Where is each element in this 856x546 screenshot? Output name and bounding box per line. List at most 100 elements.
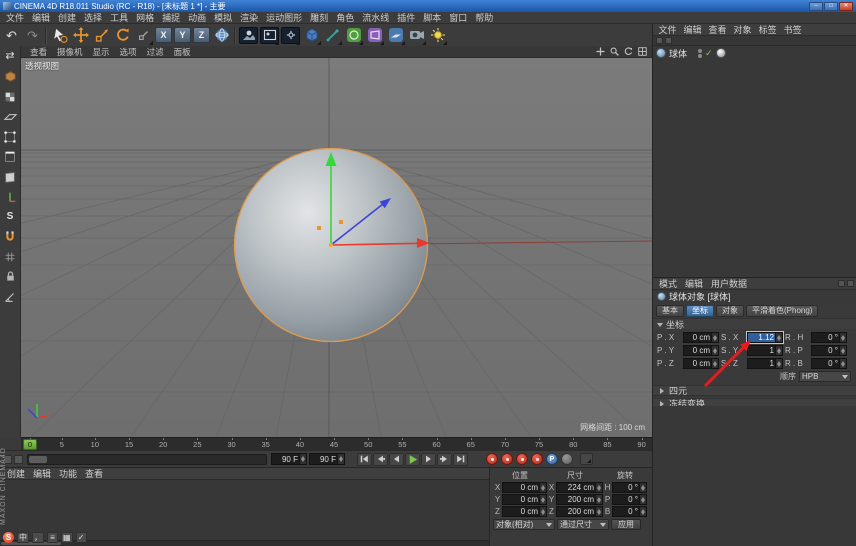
add-spline-button[interactable] — [322, 25, 343, 46]
add-generator-button[interactable] — [343, 25, 364, 46]
add-light-button[interactable] — [427, 25, 448, 46]
coordinates-section-header[interactable]: 坐标 — [653, 318, 856, 329]
menu-item[interactable]: 插件 — [393, 11, 419, 24]
next-key-button[interactable] — [437, 453, 452, 466]
menu-item[interactable]: 创建 — [54, 11, 80, 24]
spinner[interactable] — [299, 454, 306, 464]
workplane-mode-button[interactable] — [1, 107, 20, 126]
move-tool-button[interactable] — [70, 25, 91, 46]
menu-item[interactable]: 帮助 — [471, 11, 497, 24]
spinner[interactable] — [839, 359, 846, 368]
maximize-button[interactable]: □ — [824, 2, 838, 11]
spinner[interactable] — [539, 495, 546, 504]
add-primitive-button[interactable] — [301, 25, 322, 46]
edges-mode-button[interactable] — [1, 147, 20, 166]
menu-item[interactable]: 编辑 — [28, 11, 54, 24]
quantize-button[interactable] — [1, 287, 20, 306]
material-menu-item[interactable]: 功能 — [55, 467, 81, 480]
spinner[interactable] — [711, 346, 718, 355]
spinner[interactable] — [337, 454, 344, 464]
search-icon[interactable] — [665, 37, 672, 44]
material-menu-item[interactable]: 编辑 — [29, 467, 55, 480]
ime-toolbar-icon[interactable]: ≡ — [47, 532, 58, 543]
object-manager-menu-item[interactable]: 编辑 — [680, 23, 705, 36]
keyframe-selection-dropdown[interactable] — [580, 453, 593, 465]
menu-item[interactable]: 角色 — [332, 11, 358, 24]
plane-handle[interactable] — [317, 226, 321, 230]
rotation-field[interactable]: 0 ° — [612, 482, 647, 493]
ime-toolbar-icon[interactable]: 中 — [17, 532, 29, 543]
scale-field[interactable]: 1.12 — [747, 332, 783, 343]
record-scale-toggle[interactable] — [516, 453, 528, 465]
object-manager-menu-item[interactable]: 文件 — [655, 23, 680, 36]
menu-item[interactable]: 模拟 — [210, 11, 236, 24]
viewport-menu-item[interactable]: 查看 — [25, 46, 52, 58]
spinner[interactable] — [711, 359, 718, 368]
enable-snap-button[interactable] — [1, 227, 20, 246]
enable-axis-button[interactable] — [1, 187, 20, 206]
timeline-ruler[interactable]: 051015202530354045505560657075808590 0 — [21, 437, 652, 450]
position-field[interactable]: 0 cm — [502, 506, 547, 517]
redo-button[interactable]: ↷ — [22, 25, 43, 46]
spinner[interactable] — [639, 483, 646, 492]
size-field[interactable]: 200 cm — [556, 494, 603, 505]
locked-workplane-button[interactable] — [1, 267, 20, 286]
camera-label[interactable]: 透视视图 — [25, 60, 59, 72]
undo-button[interactable]: ↶ — [1, 25, 22, 46]
spinner[interactable] — [539, 507, 546, 516]
spinner[interactable] — [595, 495, 602, 504]
model-mode-button[interactable] — [1, 67, 20, 86]
menu-item[interactable]: 雕刻 — [306, 11, 332, 24]
object-manager-menu-item[interactable]: 查看 — [705, 23, 730, 36]
size-field[interactable]: 200 cm — [556, 506, 603, 517]
add-deformer-button[interactable] — [364, 25, 385, 46]
record-position-toggle[interactable] — [501, 453, 513, 465]
timeline-playhead[interactable]: 0 — [23, 439, 37, 450]
rotation-field[interactable]: 0 ° — [811, 345, 847, 356]
spinner[interactable] — [775, 359, 782, 368]
phong-tag-icon[interactable] — [716, 48, 726, 58]
viewport-canvas[interactable]: 网格间距 : 100 cm 透视视图 — [21, 58, 652, 437]
tab-phong[interactable]: 平滑着色(Phong) — [746, 305, 818, 317]
close-button[interactable]: ✕ — [839, 2, 853, 11]
viewport-menu-item[interactable]: 显示 — [88, 46, 115, 58]
material-menu-item[interactable]: 查看 — [81, 467, 107, 480]
x-axis-lock-button[interactable]: X — [155, 27, 172, 43]
rotation-field[interactable]: 0 ° — [612, 494, 647, 505]
rotate-view-icon[interactable] — [623, 46, 634, 57]
timeline-option-icon[interactable] — [14, 455, 23, 464]
toggle-view-icon[interactable] — [637, 46, 648, 57]
menu-item[interactable]: 动画 — [184, 11, 210, 24]
menu-item[interactable]: 渲染 — [236, 11, 262, 24]
ime-toolbar-icon[interactable]: ▦ — [61, 532, 73, 543]
rotate-tool-button[interactable] — [112, 25, 133, 46]
menu-item[interactable]: 脚本 — [419, 11, 445, 24]
spinner[interactable] — [711, 333, 718, 342]
prev-key-button[interactable] — [373, 453, 388, 466]
attribute-menu-item[interactable]: 编辑 — [681, 277, 707, 290]
live-selection-button[interactable] — [49, 25, 70, 46]
prev-frame-button[interactable] — [389, 453, 404, 466]
frame-start-field[interactable]: 90 F — [271, 453, 307, 465]
tab-object[interactable]: 对象 — [716, 305, 744, 317]
pan-view-icon[interactable] — [595, 46, 606, 57]
enable-check-icon[interactable]: ✓ — [705, 48, 713, 59]
object-tree[interactable]: 球体 ✓ — [653, 46, 856, 277]
coordinate-system-button[interactable] — [211, 25, 232, 46]
position-field[interactable]: 0 cm — [683, 345, 719, 356]
play-button[interactable] — [405, 453, 420, 466]
next-frame-button[interactable] — [421, 453, 436, 466]
points-mode-button[interactable] — [1, 127, 20, 146]
render-view-button[interactable] — [238, 25, 259, 46]
render-settings-button[interactable] — [280, 25, 301, 46]
object-manager-menu-item[interactable]: 标签 — [755, 23, 780, 36]
ime-toolbar-icon[interactable]: ✓ — [76, 532, 87, 543]
lock-icon[interactable] — [847, 280, 854, 287]
object-manager-menu-item[interactable]: 书签 — [780, 23, 805, 36]
attribute-menu-item[interactable]: 用户数据 — [707, 277, 751, 290]
tab-basic[interactable]: 基本 — [656, 305, 684, 317]
spinner[interactable] — [639, 495, 646, 504]
rotation-field[interactable]: 0 ° — [811, 332, 847, 343]
record-parameter-toggle[interactable]: P — [546, 453, 558, 465]
tab-coordinates[interactable]: 坐标 — [686, 305, 714, 317]
